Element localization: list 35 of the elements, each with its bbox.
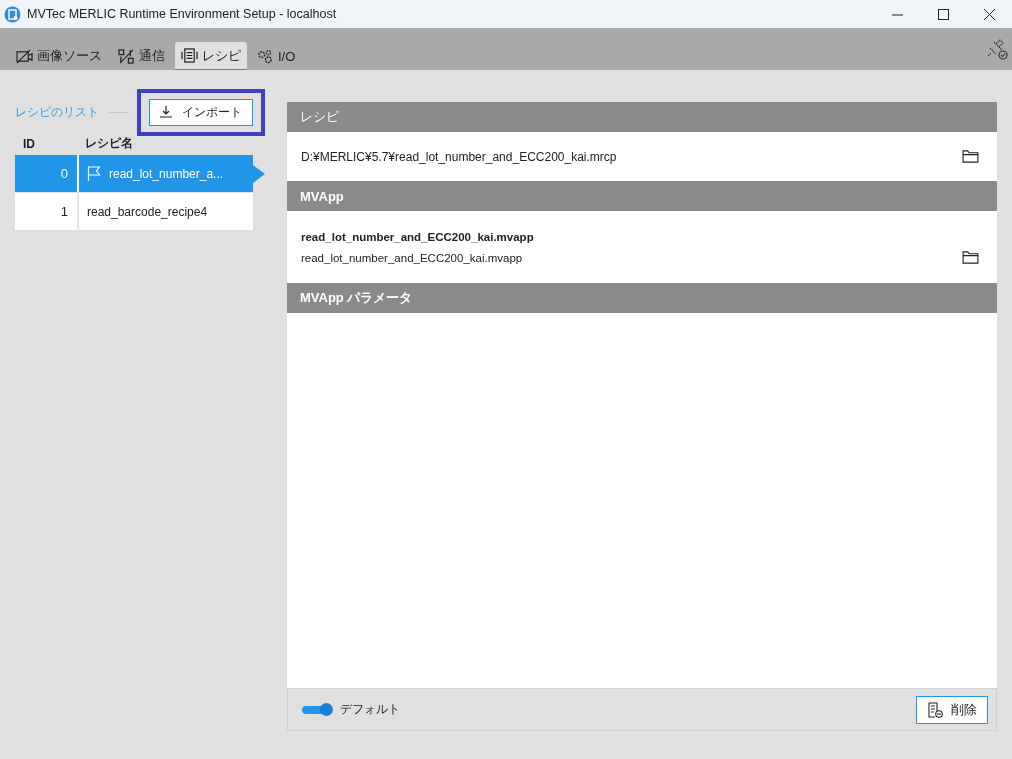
mvapp-name: read_lot_number_and_ECC200_kai.mvapp bbox=[301, 230, 535, 243]
section-header: レシピ bbox=[287, 102, 997, 132]
recipe-path: D:¥MERLIC¥5.7¥read_lot_number_and_ECC200_kai.mrcp bbox=[301, 149, 617, 164]
toggle-label: デフォルト bbox=[340, 701, 400, 718]
import-button[interactable]: インポート bbox=[149, 98, 253, 126]
selection-pointer-icon bbox=[253, 164, 265, 183]
document-icon bbox=[181, 48, 198, 63]
section-header: MVApp パラメータ bbox=[287, 283, 997, 313]
tab[interactable]: 通信 bbox=[112, 42, 171, 70]
recipe-name-cell: read_lot_number_a... bbox=[109, 166, 224, 181]
recipe-name-cell: read_barcode_recipe4 bbox=[87, 204, 208, 219]
network-icon bbox=[118, 48, 135, 64]
mvapp-file: read_lot_number_and_ECC200_kai.mvapp bbox=[301, 251, 523, 264]
close-icon[interactable] bbox=[983, 8, 995, 20]
section-header: MVApp bbox=[287, 181, 997, 211]
delete-button[interactable]: 削除 bbox=[916, 695, 988, 724]
folder-icon[interactable] bbox=[962, 150, 979, 163]
app-logo-icon bbox=[4, 5, 21, 23]
id-cell-text: 0 bbox=[59, 166, 69, 181]
camera-off-icon bbox=[16, 48, 33, 64]
document-remove-icon bbox=[927, 701, 943, 718]
column-header: ID bbox=[22, 136, 36, 151]
maximize-icon[interactable] bbox=[937, 8, 949, 20]
column-header: レシピ名 bbox=[84, 135, 133, 152]
window-title: MVTec MERLIC Runtime Environment Setup - localhost bbox=[27, 7, 338, 21]
download-icon bbox=[160, 106, 172, 118]
folder-icon[interactable] bbox=[962, 250, 979, 264]
gears-icon bbox=[257, 48, 274, 64]
default-toggle[interactable] bbox=[302, 705, 332, 714]
id-cell-text: 1 bbox=[59, 204, 69, 219]
recipe-row[interactable]: 1 read_barcode_recipe4 bbox=[15, 193, 253, 230]
recipe-list-title: レシピのリスト bbox=[15, 103, 99, 121]
tab[interactable]: レシピ bbox=[175, 42, 247, 70]
tab[interactable]: 画像ソース bbox=[10, 42, 108, 70]
tab[interactable]: I/O bbox=[251, 42, 302, 70]
